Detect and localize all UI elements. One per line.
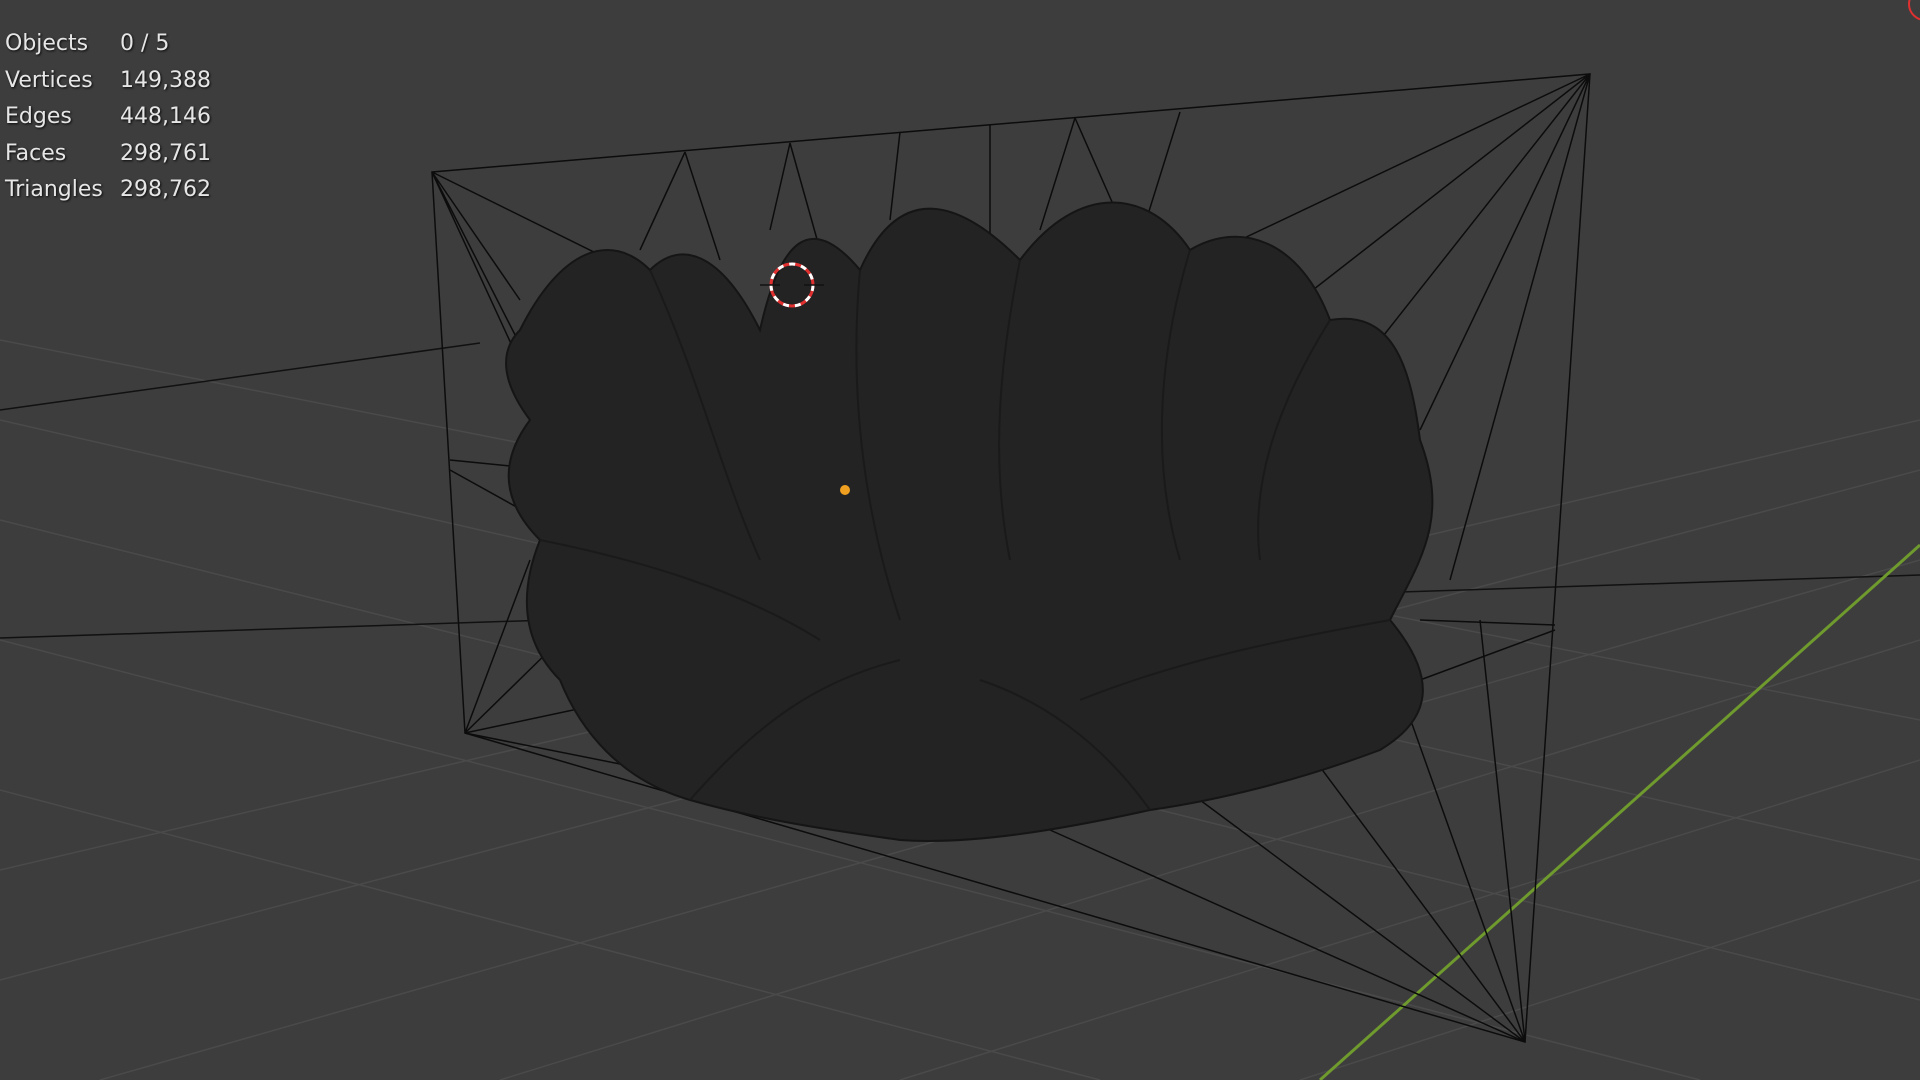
stat-objects-value: 0 / 5 <box>120 31 170 56</box>
stat-faces-label: Faces <box>5 140 67 166</box>
stat-objects-label: Objects <box>5 31 89 56</box>
viewport-scene[interactable] <box>0 0 1920 1080</box>
stat-faces-value: 298,761 <box>120 140 211 166</box>
stat-vertices-value: 149,388 <box>120 67 211 93</box>
stat-objects: Objects 0 / 5 <box>5 26 211 63</box>
x-axis-line <box>0 342 481 411</box>
stat-vertices: Vertices 149,388 <box>5 63 211 100</box>
stat-triangles: Triangles 298,762 <box>5 172 211 209</box>
stat-edges: Edges 448,146 <box>5 99 211 136</box>
stat-edges-value: 448,146 <box>120 104 211 129</box>
y-axis-line <box>1319 543 1920 1080</box>
statistics-overlay: Objects 0 / 5 Vertices 149,388 Edges 448… <box>5 26 211 209</box>
stat-faces: Faces 298,761 <box>5 136 211 173</box>
stat-edges-label: Edges <box>5 104 72 129</box>
navigation-gizmo-corner-icon[interactable] <box>1908 0 1920 21</box>
origin-dot <box>840 485 850 495</box>
stat-triangles-label: Triangles <box>5 177 103 202</box>
3d-viewport[interactable]: Objects 0 / 5 Vertices 149,388 Edges 448… <box>0 0 1920 1080</box>
stat-triangles-value: 298,762 <box>120 177 211 202</box>
lotus-relief-mesh <box>505 201 1434 842</box>
stat-vertices-label: Vertices <box>5 67 93 93</box>
